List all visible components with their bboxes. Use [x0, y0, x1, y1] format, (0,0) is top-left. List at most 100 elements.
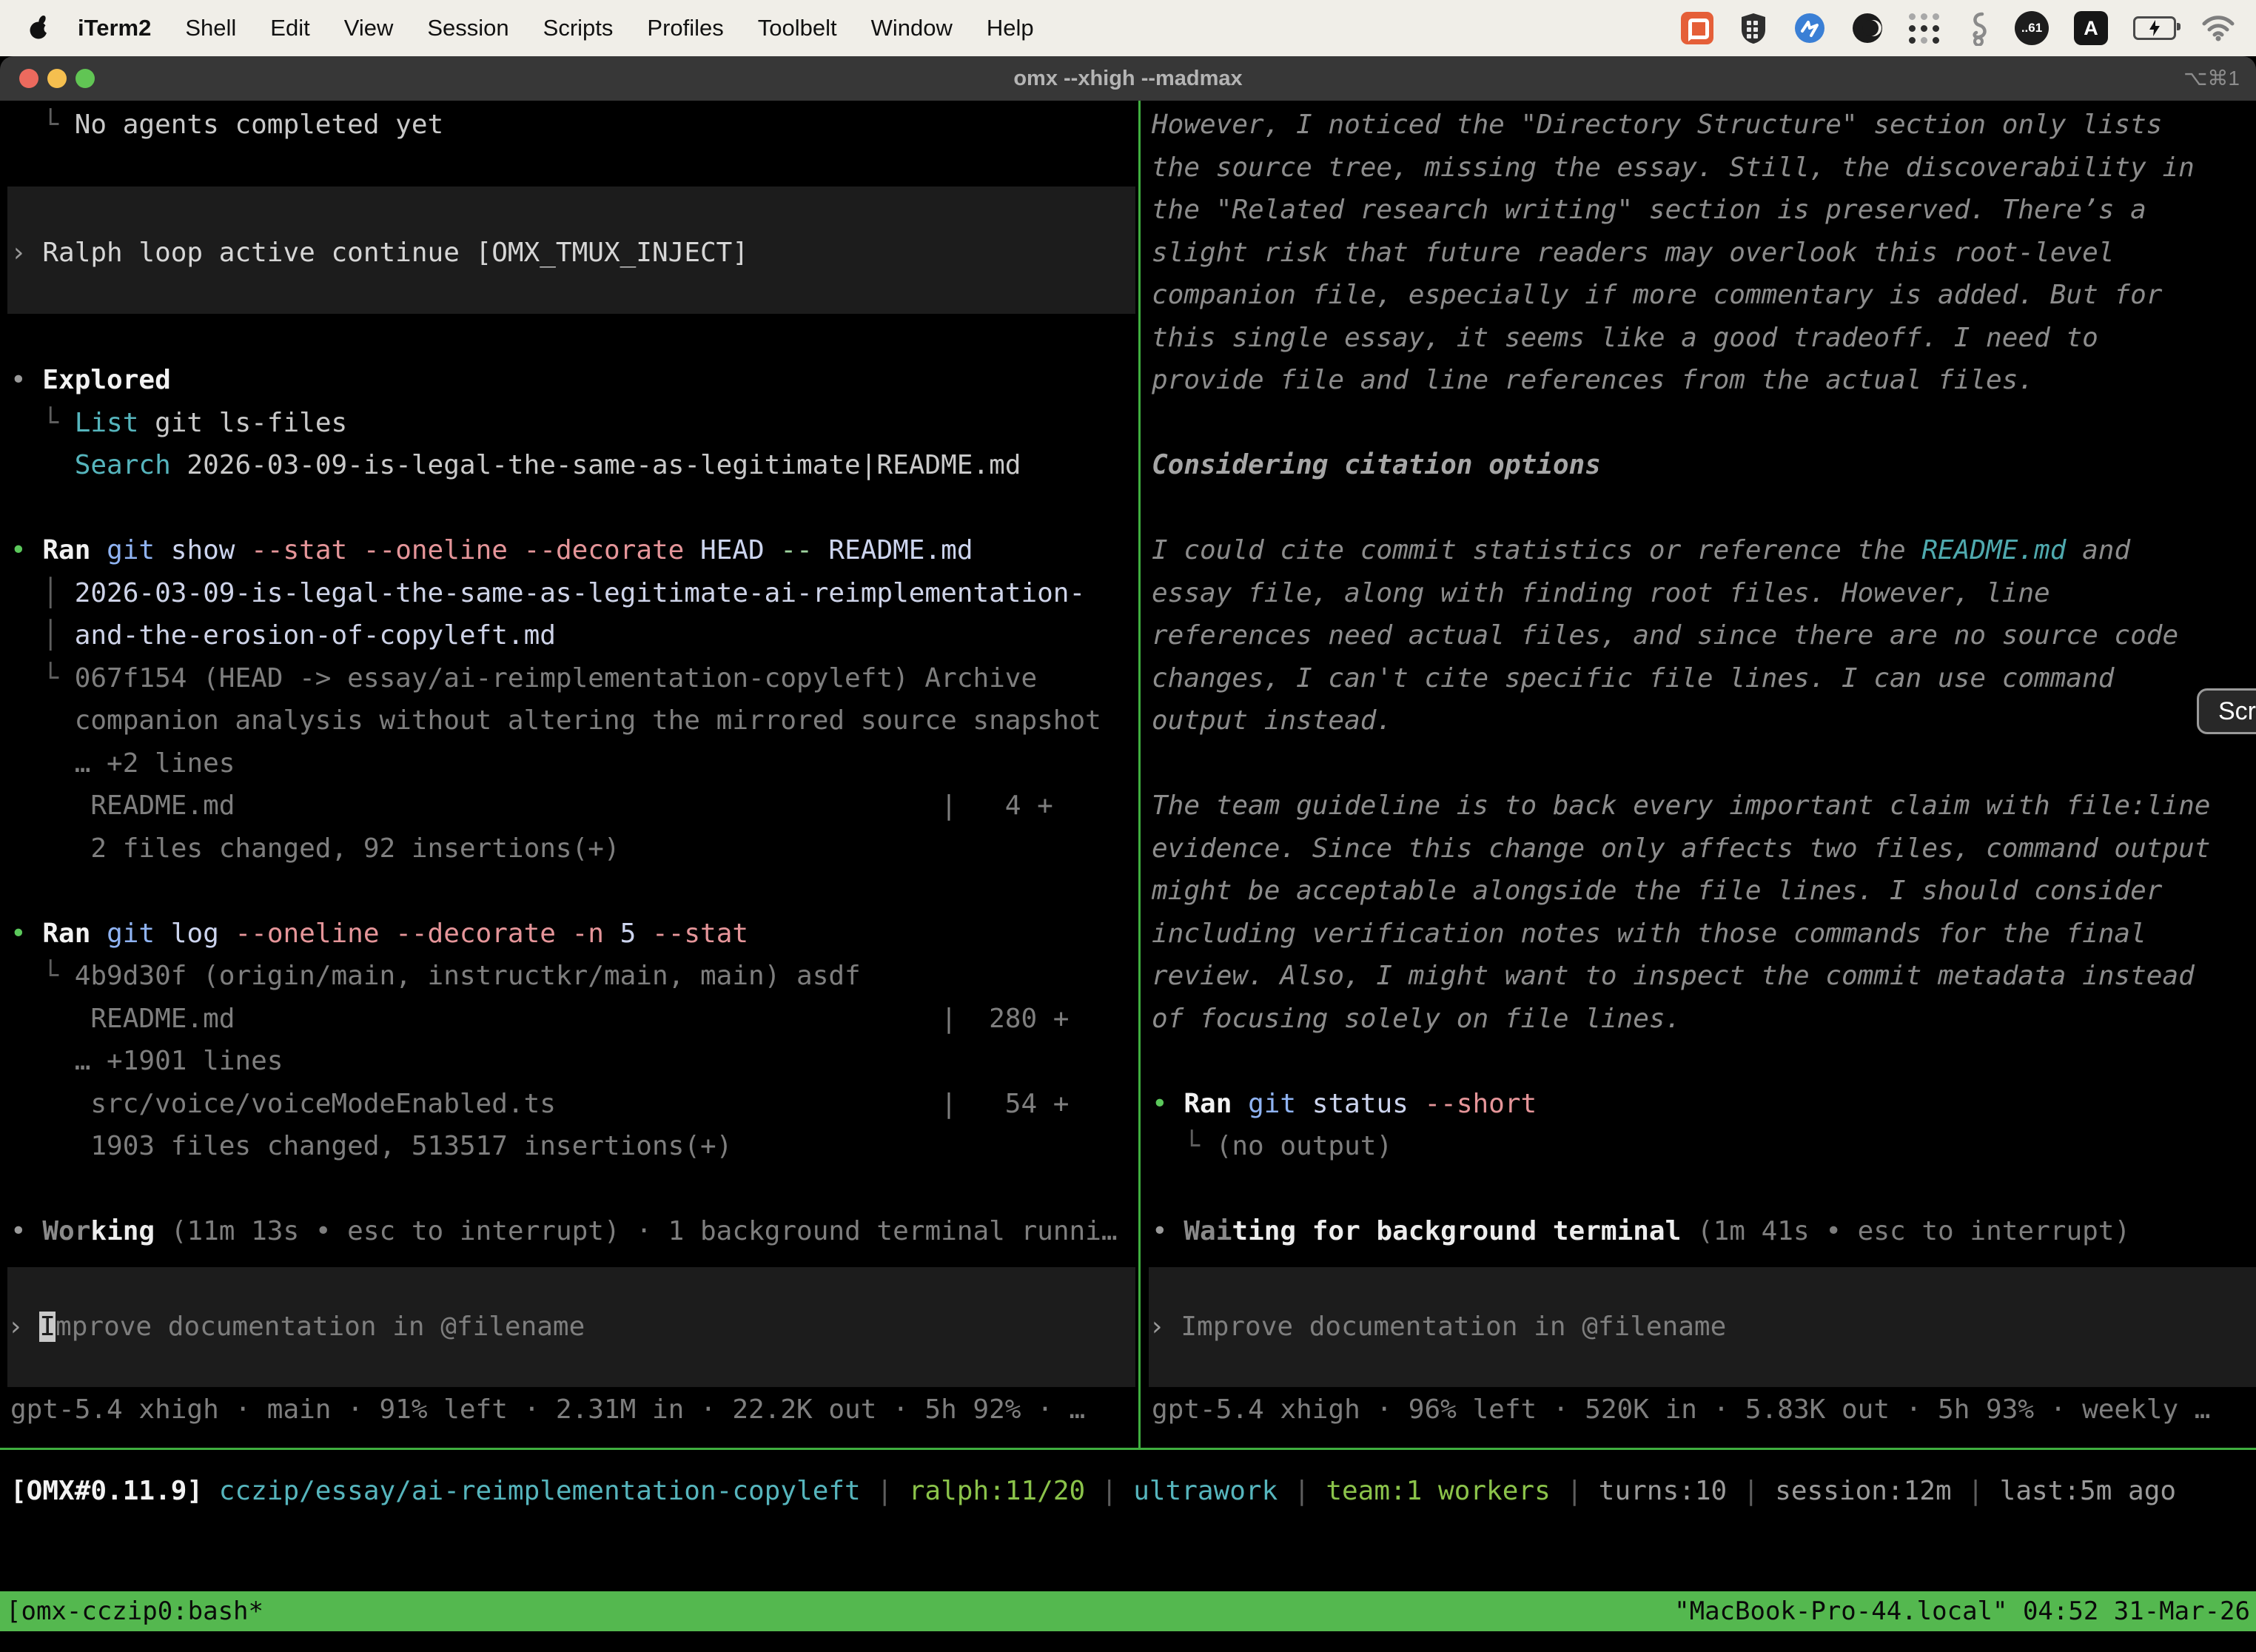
text-segment: •: [10, 535, 42, 565]
menu-item-scripts[interactable]: Scripts: [526, 15, 631, 41]
right-model-status: gpt-5.4 xhigh · 96% left · 520K in · 5.8…: [1152, 1389, 2210, 1431]
text-segment: git ls-files: [138, 408, 347, 438]
terminal-line: evidence. Since this change only affects…: [1152, 827, 2256, 870]
menu-item-shell[interactable]: Shell: [168, 15, 253, 41]
text-segment: king: [90, 1216, 155, 1246]
text-segment: of focusing solely on file lines.: [1152, 1004, 1681, 1034]
menu-item-edit[interactable]: Edit: [253, 15, 326, 41]
terminal-line: [1152, 1168, 2256, 1211]
text-segment: ›: [10, 238, 42, 268]
text-segment: git: [107, 535, 171, 565]
terminal-line: companion analysis without altering the …: [10, 699, 1135, 742]
terminal-line: [10, 189, 1135, 232]
left-agent-pane[interactable]: └ No agents completed yet› Ralph loop ac…: [10, 104, 1135, 1255]
terminal-line: [10, 487, 1135, 530]
window-title: omx --xhigh --madmax: [0, 56, 2256, 101]
text-segment: Considering citation options: [1152, 450, 1601, 480]
text-segment: this single essay, it seems like a good …: [1152, 323, 2098, 353]
text-segment: Ran: [1184, 1089, 1248, 1119]
text-segment: show: [171, 535, 251, 565]
terminal-line: essay file, along with finding root file…: [1152, 572, 2256, 615]
menu-item-toolbelt[interactable]: Toolbelt: [741, 15, 854, 41]
menu-item-window[interactable]: Window: [854, 15, 970, 41]
left-prompt-input[interactable]: › Improve documentation in @filename: [7, 1267, 1135, 1387]
menu-item-app[interactable]: iTerm2: [61, 15, 168, 41]
terminal-line: [1152, 487, 2256, 530]
menu-item-help[interactable]: Help: [970, 15, 1051, 41]
terminal-line: changes, I can't cite specific file line…: [1152, 657, 2256, 700]
wifi-icon[interactable]: [2201, 15, 2235, 41]
text-segment: Ralph loop active continue [OMX_TMUX_INJ…: [42, 238, 748, 268]
text-segment: --: [780, 535, 828, 565]
terminal-line: Considering citation options: [1152, 444, 2256, 487]
text-segment: output instead.: [1152, 705, 1392, 736]
crescent-circle-app-icon[interactable]: [1851, 12, 1884, 44]
battery-charging-icon[interactable]: [2133, 16, 2176, 40]
apple-menu-icon[interactable]: [28, 15, 50, 41]
tmux-session-label[interactable]: [omx-cczip0:bash*: [6, 1596, 263, 1626]
battery-percent-badge-icon[interactable]: ..61: [2015, 11, 2049, 45]
terminal-line: • Working (11m 13s • esc to interrupt) ·…: [10, 1210, 1135, 1253]
terminal-line: • Explored: [10, 359, 1135, 402]
terminal-line: └ (no output): [1152, 1125, 2256, 1168]
terminal-line: [10, 147, 1135, 189]
menu-item-profiles[interactable]: Profiles: [630, 15, 740, 41]
omx-session-status-line: [OMX#0.11.9] cczip/essay/ai-reimplementa…: [10, 1470, 2176, 1512]
text-segment: List: [75, 408, 139, 438]
pane-divider-vertical[interactable]: [1138, 101, 1141, 1449]
pane-divider-horizontal[interactable]: [0, 1448, 2256, 1450]
terminal-line: … +2 lines: [10, 742, 1135, 785]
text-segment: •: [10, 919, 42, 949]
text-segment: The team guideline is to back every impo…: [1152, 790, 2210, 821]
shield-app-icon[interactable]: [1739, 12, 1768, 44]
squiggle-app-icon[interactable]: [1964, 10, 1990, 46]
terminal-line: references need actual files, and since …: [1152, 614, 2256, 657]
text-segment: However, I noticed the "Directory Struct…: [1152, 110, 2162, 140]
menu-item-view[interactable]: View: [327, 15, 411, 41]
bolt-circle-app-icon[interactable]: [1793, 12, 1826, 44]
terminal-line: │ and-the-erosion-of-copyleft.md: [10, 614, 1135, 657]
terminal-line: README.md | 4 +: [10, 785, 1135, 827]
screen-share-overlay-chip[interactable]: Scre: [2197, 688, 2256, 734]
right-prompt-input[interactable]: › Improve documentation in @filename: [1149, 1267, 2256, 1387]
letter-a-app-icon[interactable]: A: [2074, 11, 2108, 45]
terminal-line: However, I noticed the "Directory Struct…: [1152, 104, 2256, 147]
text-segment: ting for background terminal: [1232, 1216, 1681, 1246]
right-prompt-text: › Improve documentation in @filename: [1149, 1306, 1726, 1349]
text-segment: … +1901 lines: [10, 1046, 283, 1076]
text-segment: companion file, especially if more comme…: [1152, 280, 2162, 310]
text-segment: |: [1952, 1476, 2000, 1506]
chat-app-icon[interactable]: [1681, 12, 1713, 44]
text-segment: •: [10, 365, 42, 395]
text-segment: cczip/essay/ai-reimplementation-copyleft: [219, 1476, 861, 1506]
terminal-line: of focusing solely on file lines.: [1152, 998, 2256, 1041]
right-agent-pane[interactable]: However, I noticed the "Directory Struct…: [1152, 104, 2256, 1255]
text-segment: and: [2066, 535, 2130, 565]
text-segment: 2026-03-09-is-legal-the-same-as-legitima…: [75, 578, 1085, 608]
terminal-line: › Ralph loop active continue [OMX_TMUX_I…: [10, 232, 1135, 275]
text-segment: I could cite commit statistics or refere…: [1152, 535, 1921, 565]
terminal-line: the "Related research writing" section i…: [1152, 189, 2256, 232]
text-segment: 4b9d30f (origin/main, instructkr/main, m…: [75, 961, 861, 991]
text-segment: README.md: [828, 535, 973, 565]
terminal-viewport[interactable]: └ No agents completed yet› Ralph loop ac…: [0, 101, 2256, 1652]
text-segment: └: [10, 961, 75, 991]
text-segment: mprove documentation in @filename: [56, 1312, 585, 1342]
text-segment: --short: [1424, 1089, 1537, 1119]
terminal-line: • Waiting for background terminal (1m 41…: [1152, 1210, 2256, 1253]
text-segment: README.md | 4 +: [10, 790, 1053, 821]
menu-item-session[interactable]: Session: [410, 15, 526, 41]
text-segment: the source tree, missing the essay. Stil…: [1152, 152, 2195, 183]
terminal-line: README.md | 280 +: [10, 998, 1135, 1041]
terminal-line: • Ran git log --oneline --decorate -n 5 …: [10, 913, 1135, 956]
text-segment: evidence. Since this change only affects…: [1152, 833, 2210, 864]
text-segment: … +2 lines: [10, 748, 235, 779]
text-segment: │: [10, 620, 75, 651]
text-segment: 2026-03-09-is-legal-the-same-as-legitima…: [171, 450, 1021, 480]
text-segment: log: [171, 919, 235, 949]
text-segment: and-the-erosion-of-copyleft.md: [75, 620, 556, 651]
terminal-line: [1152, 1040, 2256, 1083]
terminal-line: │ 2026-03-09-is-legal-the-same-as-legiti…: [10, 572, 1135, 615]
dots-grid-icon[interactable]: [1909, 13, 1939, 44]
terminal-line: the source tree, missing the essay. Stil…: [1152, 147, 2256, 189]
